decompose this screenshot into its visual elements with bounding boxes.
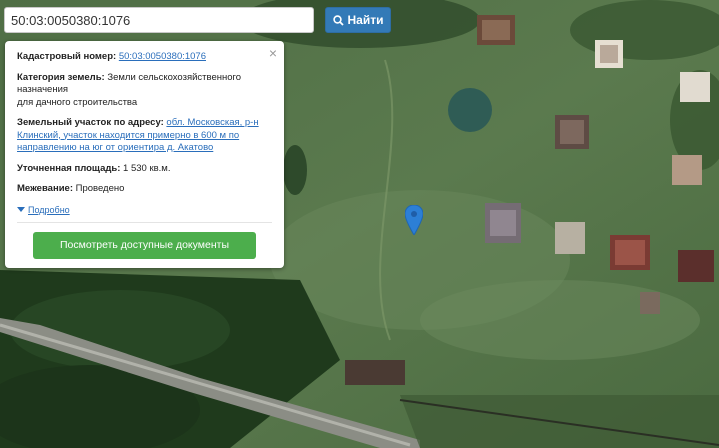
view-documents-button[interactable]: Посмотреть доступные документы [33,232,256,259]
address-link-line3[interactable]: направлению на юг от ориентира д. Акатов… [17,142,213,153]
survey-label: Межевание: [17,183,73,194]
area-row: Уточненная площадь: 1 530 кв.м. [17,163,272,176]
cadastral-row: Кадастровый номер: 50:03:0050380:1076 [17,51,272,64]
cadastral-label: Кадастровый номер: [17,51,117,62]
survey-value: Проведено [75,183,125,194]
search-button-label: Найти [347,13,384,27]
search-input[interactable] [4,7,314,33]
category-value-line2: назначения [17,84,69,95]
details-toggle[interactable]: Подробно [17,204,272,217]
address-row: Земельный участок по адресу: обл. Москов… [17,117,272,155]
search-icon [332,14,344,26]
triangle-down-icon [17,207,25,213]
details-link[interactable]: Подробно [28,204,70,217]
map-pin-icon[interactable] [405,205,423,235]
address-link-line2[interactable]: Клинский, участок находится примерно в 6… [17,130,239,141]
panel-divider [17,222,272,223]
parcel-info-panel: × Кадастровый номер: 50:03:0050380:1076 … [5,41,284,268]
address-link[interactable]: обл. Московская, р-н [166,117,258,128]
survey-row: Межевание: Проведено [17,183,272,196]
close-icon[interactable]: × [269,46,277,60]
address-label: Земельный участок по адресу: [17,117,164,128]
category-usage: для дачного строительства [17,96,138,108]
category-label: Категория земель: [17,71,105,83]
area-label: Уточненная площадь: [17,162,121,174]
area-value: 1 530 кв.м. [123,162,171,174]
category-row: Категория земель: Земли сельскохозяйстве… [17,72,272,110]
search-button[interactable]: Найти [325,7,391,33]
category-value: Земли сельскохозяйственного [107,71,242,83]
cadastral-link[interactable]: 50:03:0050380:1076 [119,51,206,62]
